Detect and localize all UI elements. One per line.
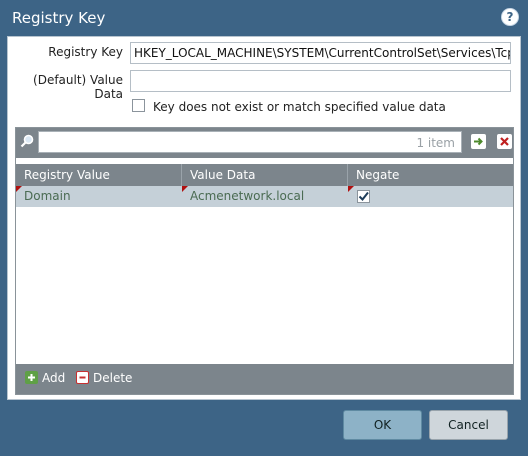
negate-checkbox[interactable] [357,190,370,203]
add-button[interactable]: Add [25,371,65,385]
column-value-data[interactable]: Value Data [182,164,348,186]
dialog-body: Registry Key HKEY_LOCAL_MACHINE\SYSTEM\C… [7,36,521,400]
grid-header: Registry Value Value Data Negate [16,164,513,186]
dialog-titlebar: Registry Key ? [0,0,528,36]
grid-search-input[interactable]: 1 item [38,131,462,153]
search-icon [20,134,34,148]
modified-marker-icon [348,186,354,192]
add-label: Add [42,371,66,385]
ok-button[interactable]: OK [343,410,422,440]
delete-label: Delete [93,371,133,385]
table-row[interactable]: Domain Acmenetwork.local [16,186,513,207]
grid-toolbar: 1 item [16,128,513,158]
registry-key-label: Registry Key [48,45,123,59]
registry-key-field[interactable]: HKEY_LOCAL_MACHINE\SYSTEM\CurrentControl… [130,42,511,64]
registry-values-grid: 1 item Registry Value Value Data Negate … [15,127,514,395]
delete-button[interactable]: Delete [76,371,132,385]
clear-filter-icon[interactable] [497,134,512,149]
minus-icon [76,371,89,384]
cancel-button[interactable]: Cancel [429,410,508,440]
grid-footer: Add Delete [16,364,513,394]
column-registry-value[interactable]: Registry Value [16,164,182,186]
plus-icon [25,371,38,384]
cell-registry-value[interactable]: Domain [16,186,182,207]
item-count: 1 item [416,136,455,150]
key-not-exist-label: Key does not exist or match specified va… [153,100,446,114]
cell-value-data[interactable]: Acmenetwork.local [182,186,348,207]
dialog-title: Registry Key [12,9,106,27]
apply-filter-icon[interactable] [471,134,486,149]
default-value-field[interactable] [130,70,511,92]
help-icon[interactable]: ? [502,9,518,25]
check-icon [358,191,369,202]
default-value-label: (Default) Value Data [33,73,123,101]
column-negate[interactable]: Negate [348,164,513,186]
key-not-exist-checkbox[interactable] [132,99,145,112]
